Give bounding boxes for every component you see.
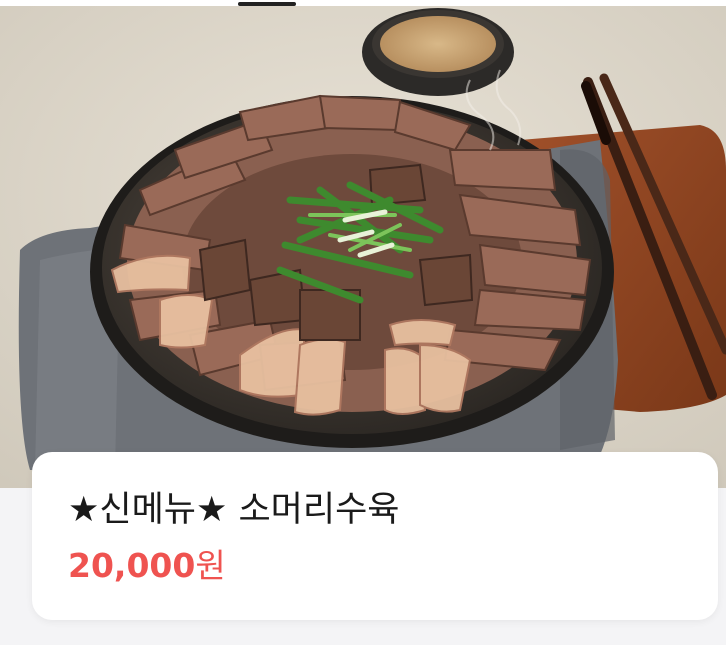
menu-item-screen: ★신메뉴★ 소머리수육 20,000원 <box>0 0 726 645</box>
price-amount: 20,000 <box>68 546 196 585</box>
menu-item-photo <box>0 0 726 488</box>
status-strip <box>0 0 726 6</box>
menu-item-price: 20,000원 <box>68 546 226 586</box>
menu-item-name: ★신메뉴★ 소머리수육 <box>68 490 400 530</box>
page-indicator <box>238 2 296 6</box>
menu-info-card: ★신메뉴★ 소머리수육 20,000원 <box>32 452 718 620</box>
price-currency: 원 <box>195 546 226 585</box>
